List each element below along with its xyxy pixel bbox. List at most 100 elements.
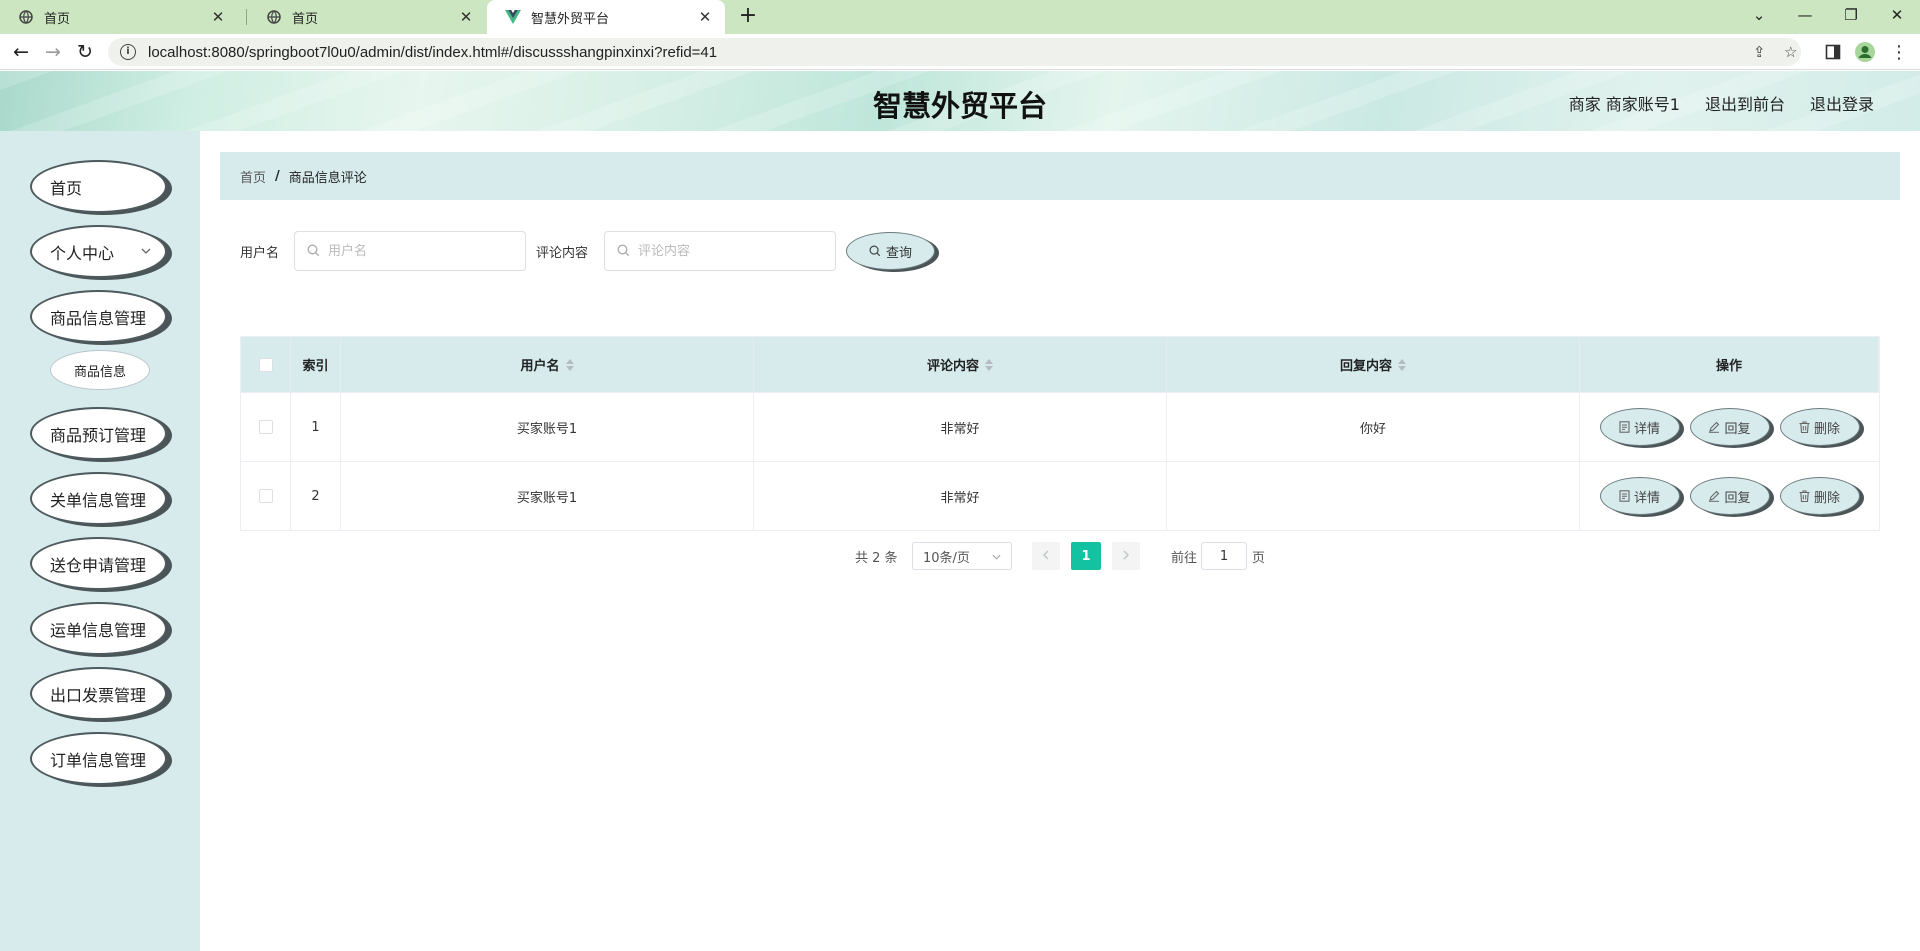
new-tab-button[interactable]: + [735,4,761,30]
row-comment-content: 非常好 [754,393,1167,461]
reply-button[interactable]: 回复 [1689,477,1770,515]
back-arrow-icon[interactable]: ← [8,39,34,65]
chevron-down-icon [141,246,151,257]
column-header-label: 评论内容 [926,359,979,374]
close-icon[interactable]: ✕ [458,8,474,26]
sidebar-item-home[interactable]: 首页 [30,160,167,213]
select-all-checkbox[interactable] [258,357,273,372]
sidebar-item-label: 关单信息管理 [50,490,147,510]
next-page-button[interactable] [1112,542,1140,570]
breadcrumb-home[interactable]: 首页 [240,167,266,186]
breadcrumb-separator: / [275,168,280,184]
app-header: 智慧外贸平台 商家 商家账号1 退出到前台 退出登录 [0,71,1920,131]
front-page-link[interactable]: 退出到前台 [1705,91,1785,115]
reply-button-label: 回复 [1724,490,1751,506]
column-header-label: 回复内容 [1339,359,1392,374]
chevron-right-icon [1123,549,1129,564]
row-actions: 详情 回复 删除 [1580,393,1879,461]
column-header-reply[interactable]: 回复内容 [1167,337,1580,392]
delete-button-label: 删除 [1813,490,1840,506]
sidebar: 首页 个人中心 商品信息管理 商品信息 商品预订管理 关单信息管理 送仓申请管理… [0,131,200,951]
delete-button-label: 删除 [1813,421,1840,437]
document-icon [1619,421,1630,433]
search-button-label: 查询 [885,245,912,261]
vue-logo-icon [505,9,521,25]
browser-tab-bar: 首页 ✕ 首页 ✕ 智慧外贸平台 ✕ + ⌄ — ❐ ✕ [0,0,1920,34]
search-button[interactable]: 查询 [846,232,935,270]
bookmark-star-icon[interactable]: ☆ [1784,38,1797,66]
browser-tab-title: 智慧外贸平台 [531,11,610,27]
search-icon [307,242,320,261]
close-icon[interactable]: ✕ [697,8,713,26]
content-filter-box[interactable] [604,231,836,271]
delete-button[interactable]: 删除 [1779,408,1860,446]
profile-avatar-icon[interactable] [1852,39,1878,65]
sort-icon[interactable] [565,358,574,371]
reload-icon[interactable]: ↻ [72,39,98,65]
sidebar-item-personal-center[interactable]: 个人中心 [30,225,167,278]
detail-button[interactable]: 详情 [1599,408,1680,446]
page-number-current[interactable]: 1 [1071,542,1101,570]
more-menu-icon[interactable]: ⋮ [1886,39,1912,65]
browser-tab-title: 首页 [292,11,319,27]
share-icon[interactable]: ⇪ [1753,38,1766,66]
content-search-input[interactable] [638,243,828,259]
url-text: localhost:8080/springboot7l0u0/admin/dis… [148,43,718,61]
sidebar-item-export-invoice[interactable]: 出口发票管理 [30,667,167,720]
search-icon [869,245,881,257]
column-header-username[interactable]: 用户名 [341,337,754,392]
sort-icon[interactable] [985,358,993,371]
table-header-row: 索引 用户名 评论内容 回复内容 操作 [241,337,1879,393]
sidebar-item-product-info-management[interactable]: 商品信息管理 [30,290,167,343]
document-icon [1619,490,1630,502]
detail-button[interactable]: 详情 [1599,477,1680,515]
row-checkbox[interactable] [258,489,273,503]
browser-tab-2[interactable]: 首页 ✕ [248,0,486,34]
row-reply-content [1167,462,1580,530]
browser-tab-title: 首页 [44,11,71,27]
sidebar-item-label: 商品信息管理 [50,308,147,328]
content-filter-label: 评论内容 [536,246,589,261]
logout-link[interactable]: 退出登录 [1810,91,1874,115]
column-header-label: 用户名 [520,359,560,374]
browser-tab-3[interactable]: 智慧外贸平台 ✕ [487,0,725,34]
row-actions: 详情 回复 删除 [1580,462,1879,530]
chevron-left-icon [1043,549,1049,564]
page-size-select[interactable]: 10条/页 [912,542,1012,570]
window-close-icon[interactable]: ✕ [1874,0,1920,30]
prev-page-button[interactable] [1032,542,1060,570]
sidebar-item-product-reservation[interactable]: 商品预订管理 [30,407,167,460]
forward-arrow-icon[interactable]: → [40,39,66,65]
sidebar-item-label: 出口发票管理 [50,685,147,705]
sidebar-item-customs-info[interactable]: 关单信息管理 [30,472,167,525]
page-unit-label: 页 [1252,550,1266,566]
tab-search-icon[interactable]: ⌄ [1736,0,1782,30]
side-panel-icon[interactable] [1820,39,1846,65]
sidebar-item-waybill-info[interactable]: 运单信息管理 [30,602,167,655]
pagination: 共 2 条 10条/页 1 前往 1 页 [0,542,1920,572]
detail-button-label: 详情 [1633,490,1660,506]
restore-icon[interactable]: ❐ [1828,0,1874,30]
username-search-input[interactable] [328,243,518,259]
row-username: 买家账号1 [341,393,754,461]
minimize-icon[interactable]: — [1782,0,1828,30]
column-header-content[interactable]: 评论内容 [754,337,1167,392]
breadcrumb: 首页 / 商品信息评论 [220,152,1900,200]
close-icon[interactable]: ✕ [210,8,226,26]
goto-page-input[interactable]: 1 [1201,542,1247,570]
sidebar-item-order-info[interactable]: 订单信息管理 [30,732,167,785]
sidebar-item-label: 商品预订管理 [50,425,147,445]
edit-pencil-icon [1709,421,1720,433]
row-checkbox[interactable] [258,420,273,434]
row-checkbox-cell [241,462,291,530]
address-bar[interactable]: i localhost:8080/springboot7l0u0/admin/d… [108,38,1801,66]
reply-button[interactable]: 回复 [1689,408,1770,446]
sidebar-subitem-product-info[interactable]: 商品信息 [50,350,150,390]
sort-icon[interactable] [1398,358,1406,371]
sidebar-item-label: 运单信息管理 [50,620,147,640]
site-info-icon[interactable]: i [120,44,136,60]
browser-tab-1[interactable]: 首页 ✕ [0,0,238,34]
row-checkbox-cell [241,393,291,461]
username-filter-box[interactable] [294,231,526,271]
delete-button[interactable]: 删除 [1779,477,1860,515]
